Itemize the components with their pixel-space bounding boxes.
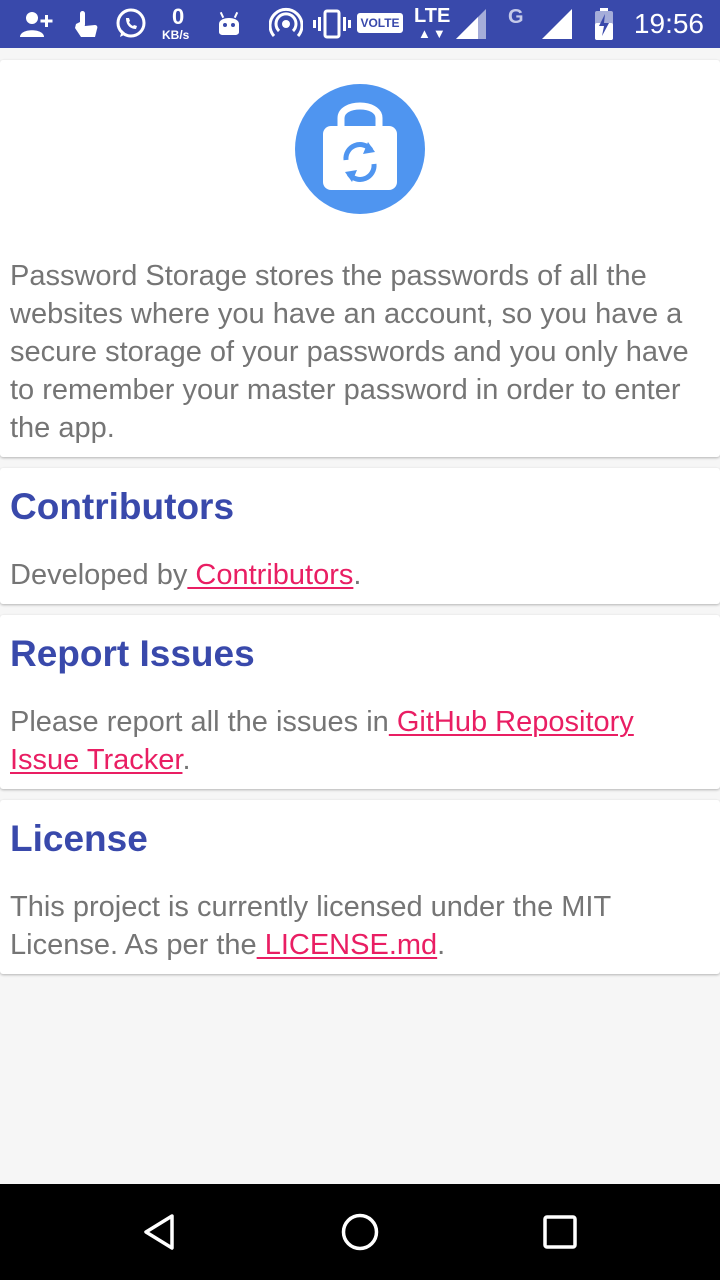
license-card: License This project is currently licens…: [0, 800, 720, 974]
vibrate-icon: [312, 0, 352, 48]
contributors-card: Contributors Developed by Contributors.: [0, 468, 720, 604]
back-icon: [144, 1214, 174, 1250]
home-button[interactable]: [300, 1184, 420, 1280]
app-description: Password Storage stores the passwords of…: [10, 260, 689, 444]
report-issues-suffix: .: [182, 744, 191, 776]
lock-sync-icon: [295, 84, 425, 214]
g-label: G: [508, 6, 524, 28]
touch-icon: [70, 0, 100, 48]
license-title: License: [10, 818, 148, 859]
license-suffix: .: [437, 929, 446, 961]
license-text: This project is currently licensed under…: [0, 888, 720, 964]
lte-arrows: ▲▼: [418, 26, 448, 41]
back-button[interactable]: [100, 1184, 220, 1280]
signal-icon: [452, 0, 490, 48]
license-link[interactable]: LICENSE.md: [257, 929, 437, 961]
hotspot-icon: [268, 0, 304, 48]
report-issues-card: Report Issues Please report all the issu…: [0, 615, 720, 789]
volte-label: VOLTE: [360, 16, 400, 30]
signal-icon-2: [538, 0, 576, 48]
status-bar: 0 KB/s VOLTE LTE ▲▼ G 19:56: [0, 0, 720, 48]
add-contact-icon: [18, 0, 54, 48]
recents-button[interactable]: [500, 1184, 620, 1280]
net-speed-unit: KB/s: [162, 28, 190, 42]
recents-icon: [543, 1215, 577, 1249]
volte-badge: VOLTE: [357, 13, 403, 33]
contributors-suffix: .: [353, 559, 362, 591]
report-issues-prefix: Please report all the issues in: [10, 706, 389, 738]
net-speed-value: 0: [172, 4, 185, 29]
about-card: Password Storage stores the passwords of…: [0, 60, 720, 457]
report-issues-text: Please report all the issues in GitHub R…: [0, 703, 720, 779]
contributors-link[interactable]: Contributors: [187, 559, 353, 591]
contributors-text: Developed by Contributors.: [0, 556, 720, 594]
status-time: 19:56: [633, 8, 704, 39]
report-issues-title: Report Issues: [10, 633, 255, 674]
contributors-prefix: Developed by: [10, 559, 188, 591]
contributors-title: Contributors: [10, 486, 235, 527]
android-icon: [214, 0, 244, 48]
whatsapp-icon: [113, 0, 149, 48]
home-icon: [341, 1213, 379, 1251]
navigation-bar: [0, 1184, 720, 1280]
lte-label: LTE: [414, 5, 451, 27]
battery-icon: [592, 0, 616, 48]
